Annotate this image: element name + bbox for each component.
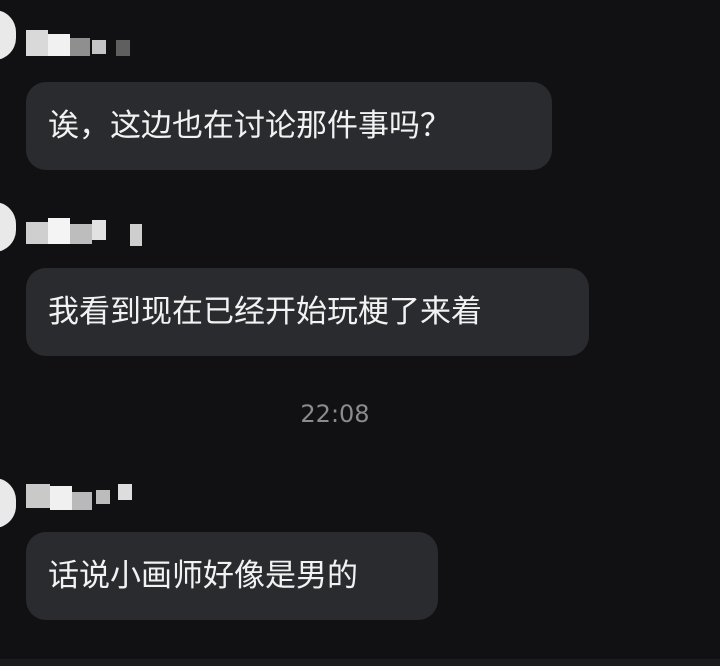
sender-avatar[interactable] xyxy=(0,478,16,528)
message-text: 话说小画师好像是男的 xyxy=(48,558,358,594)
timestamp-divider: 22:08 xyxy=(300,400,370,428)
message-text: 诶，这边也在讨论那件事吗？ xyxy=(48,108,451,144)
message-text: 我看到现在已经开始玩梗了来着 xyxy=(48,294,482,330)
message-bubble[interactable]: 诶，这边也在讨论那件事吗？ xyxy=(26,82,552,170)
message-bubble[interactable]: 话说小画师好像是男的 xyxy=(26,532,438,620)
message-bubble[interactable]: 我看到现在已经开始玩梗了来着 xyxy=(26,268,589,356)
bottom-edge xyxy=(0,659,720,666)
chat-thread: 诶，这边也在讨论那件事吗？ 我看到现在已经开始玩梗了来着 22:08 话说小画师… xyxy=(0,0,720,666)
sender-avatar[interactable] xyxy=(0,202,16,252)
sender-avatar[interactable] xyxy=(0,10,16,60)
